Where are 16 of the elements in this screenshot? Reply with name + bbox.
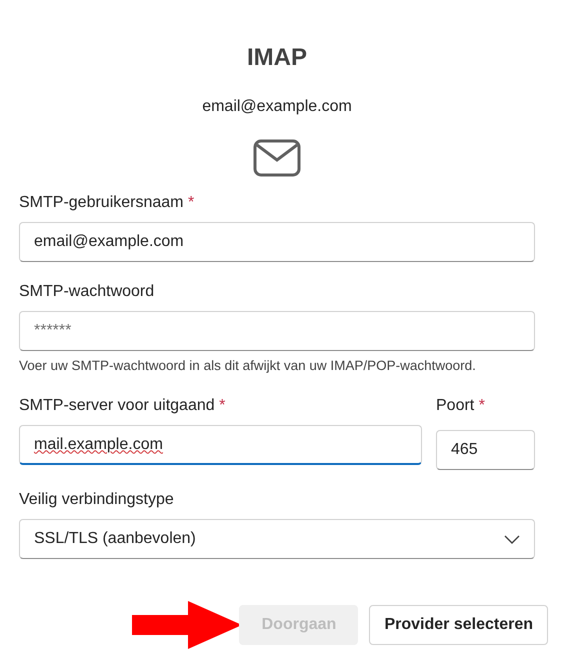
field-label: SMTP-wachtwoord — [19, 282, 154, 302]
input-field[interactable]: email@example.com — [19, 222, 535, 262]
envelope-icon — [253, 138, 301, 177]
field-label: Poort * — [436, 396, 485, 416]
input-field[interactable]: 465 — [436, 430, 535, 470]
field-label: SMTP-gebruikersnaam * — [19, 192, 194, 213]
dropdown[interactable]: SSL/TLS (aanbevolen) — [19, 519, 535, 560]
account-email: email@example.com — [202, 98, 352, 115]
field-label: SMTP-server voor uitgaand * — [19, 396, 226, 416]
chevron-down-icon — [504, 534, 520, 544]
input-field[interactable]: mail.example.com — [19, 425, 422, 466]
dialog-title: IMAP — [246, 44, 308, 73]
helper-text: Voer uw SMTP-wachtwoord in als dit afwijkt van uw IMAP/POP-wachtwoord. — [19, 356, 477, 375]
field-label: Veilig verbindingstype — [19, 490, 174, 510]
button[interactable]: Provider selecteren — [369, 605, 548, 646]
input-field[interactable]: ****** — [19, 310, 535, 351]
